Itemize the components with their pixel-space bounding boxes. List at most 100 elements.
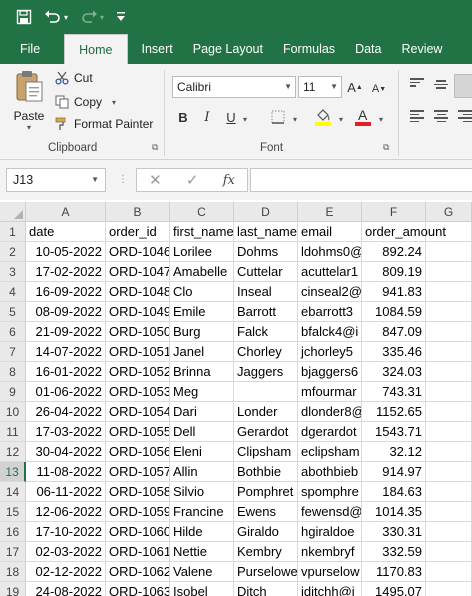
column-header-e[interactable]: E xyxy=(298,202,362,222)
table-cell[interactable]: dgerardot xyxy=(298,422,362,442)
table-cell[interactable]: Hilde xyxy=(170,522,234,542)
table-cell[interactable]: bjaggers6 xyxy=(298,362,362,382)
table-cell[interactable]: 14-07-2022 xyxy=(26,342,106,362)
row-header[interactable]: 6 xyxy=(0,322,26,342)
table-cell[interactable]: 01-06-2022 xyxy=(26,382,106,402)
table-cell[interactable]: Silvio xyxy=(170,482,234,502)
table-cell[interactable]: ebarrott3 xyxy=(298,302,362,322)
table-cell[interactable]: jchorley5 xyxy=(298,342,362,362)
table-cell[interactable] xyxy=(426,382,472,402)
cut-button[interactable]: Cut xyxy=(54,70,93,86)
table-cell[interactable]: iditchh@i xyxy=(298,582,362,596)
table-cell[interactable]: 10-05-2022 xyxy=(26,242,106,262)
table-cell[interactable]: 332.59 xyxy=(362,542,426,562)
row-header[interactable]: 14 xyxy=(0,482,26,502)
table-cell[interactable]: 17-10-2022 xyxy=(26,522,106,542)
table-cell[interactable]: nkembryf xyxy=(298,542,362,562)
table-cell[interactable]: Brinna xyxy=(170,362,234,382)
table-cell[interactable]: spomphre xyxy=(298,482,362,502)
borders-dropdown-icon[interactable]: ▾ xyxy=(290,110,300,128)
row-header[interactable]: 15 xyxy=(0,502,26,522)
column-header-a[interactable]: A xyxy=(26,202,106,222)
table-cell[interactable]: 24-08-2022 xyxy=(26,582,106,596)
customize-toolbar-icon[interactable] xyxy=(116,5,126,29)
underline-icon[interactable]: U xyxy=(224,108,238,126)
column-header-d[interactable]: D xyxy=(234,202,298,222)
row-header[interactable]: 1 xyxy=(0,222,26,242)
table-cell[interactable]: 32.12 xyxy=(362,442,426,462)
table-cell[interactable]: eclipsham xyxy=(298,442,362,462)
table-cell[interactable]: abothbieb xyxy=(298,462,362,482)
table-cell[interactable]: 892.24 xyxy=(362,242,426,262)
row-header[interactable]: 5 xyxy=(0,302,26,322)
table-cell[interactable]: 330.31 xyxy=(362,522,426,542)
table-cell[interactable]: 30-04-2022 xyxy=(26,442,106,462)
table-cell[interactable]: 335.46 xyxy=(362,342,426,362)
table-cell[interactable]: 11-08-2022 xyxy=(26,462,106,482)
fill-color-dropdown-icon[interactable]: ▾ xyxy=(336,110,346,128)
table-cell[interactable] xyxy=(426,542,472,562)
table-cell[interactable]: ORD-1055 xyxy=(106,422,170,442)
table-cell[interactable]: ORD-1053 xyxy=(106,382,170,402)
table-cell[interactable]: 06-11-2022 xyxy=(26,482,106,502)
table-cell[interactable]: Cuttelar xyxy=(234,262,298,282)
align-right-icon[interactable] xyxy=(458,110,472,122)
row-header[interactable]: 2 xyxy=(0,242,26,262)
table-cell[interactable]: Purselowe xyxy=(234,562,298,582)
table-cell[interactable] xyxy=(426,422,472,442)
table-cell[interactable] xyxy=(426,502,472,522)
paste-dropdown-icon[interactable]: ▾ xyxy=(10,123,48,132)
formula-input[interactable] xyxy=(250,168,472,192)
formula-bar-resize-handle[interactable]: ⋮ xyxy=(118,174,128,185)
table-cell[interactable] xyxy=(426,562,472,582)
italic-icon[interactable]: I xyxy=(200,108,214,126)
row-header[interactable]: 3 xyxy=(0,262,26,282)
table-cell[interactable]: 1084.59 xyxy=(362,302,426,322)
table-cell[interactable]: 809.19 xyxy=(362,262,426,282)
table-cell[interactable]: 16-01-2022 xyxy=(26,362,106,382)
table-cell[interactable]: 1543.71 xyxy=(362,422,426,442)
table-cell[interactable]: cinseal2@ xyxy=(298,282,362,302)
borders-icon[interactable] xyxy=(270,108,286,126)
table-cell[interactable]: Dell xyxy=(170,422,234,442)
align-middle-icon[interactable] xyxy=(434,80,448,92)
table-cell[interactable]: ORD-1049 xyxy=(106,302,170,322)
table-cell[interactable]: vpurselow xyxy=(298,562,362,582)
table-cell[interactable] xyxy=(426,362,472,382)
header-cell[interactable]: date xyxy=(26,222,106,242)
row-header[interactable]: 4 xyxy=(0,282,26,302)
table-cell[interactable] xyxy=(234,382,298,402)
table-cell[interactable]: Falck xyxy=(234,322,298,342)
cancel-icon[interactable]: ✕ xyxy=(149,171,162,189)
table-cell[interactable]: Lorilee xyxy=(170,242,234,262)
table-cell[interactable]: Dohms xyxy=(234,242,298,262)
row-header[interactable]: 8 xyxy=(0,362,26,382)
table-cell[interactable]: Amabelle xyxy=(170,262,234,282)
table-cell[interactable]: 17-02-2022 xyxy=(26,262,106,282)
table-cell[interactable]: Inseal xyxy=(234,282,298,302)
tab-file[interactable]: File xyxy=(0,34,60,64)
table-cell[interactable]: Meg xyxy=(170,382,234,402)
table-cell[interactable]: Ditch xyxy=(234,582,298,596)
row-header[interactable]: 12 xyxy=(0,442,26,462)
table-cell[interactable]: acuttelar1 xyxy=(298,262,362,282)
tab-data[interactable]: Data xyxy=(345,34,391,64)
table-cell[interactable]: Kembry xyxy=(234,542,298,562)
font-size-select[interactable]: 11 ▼ xyxy=(298,76,342,98)
column-header-c[interactable]: C xyxy=(170,202,234,222)
paste-button[interactable]: Paste ▾ xyxy=(10,70,48,132)
table-cell[interactable]: 324.03 xyxy=(362,362,426,382)
row-header[interactable]: 18 xyxy=(0,562,26,582)
align-center-icon[interactable] xyxy=(434,110,448,122)
table-cell[interactable]: mfourmar xyxy=(298,382,362,402)
row-header[interactable]: 7 xyxy=(0,342,26,362)
table-cell[interactable]: Allin xyxy=(170,462,234,482)
table-cell[interactable]: fewensd@ xyxy=(298,502,362,522)
column-header-g[interactable]: G xyxy=(426,202,472,222)
table-cell[interactable]: 17-03-2022 xyxy=(26,422,106,442)
table-cell[interactable]: Londer xyxy=(234,402,298,422)
table-cell[interactable]: Pomphret xyxy=(234,482,298,502)
table-cell[interactable]: ORD-1056 xyxy=(106,442,170,462)
font-dialog-launcher-icon[interactable]: ⧉ xyxy=(383,142,389,153)
fill-color-icon[interactable] xyxy=(314,106,332,128)
